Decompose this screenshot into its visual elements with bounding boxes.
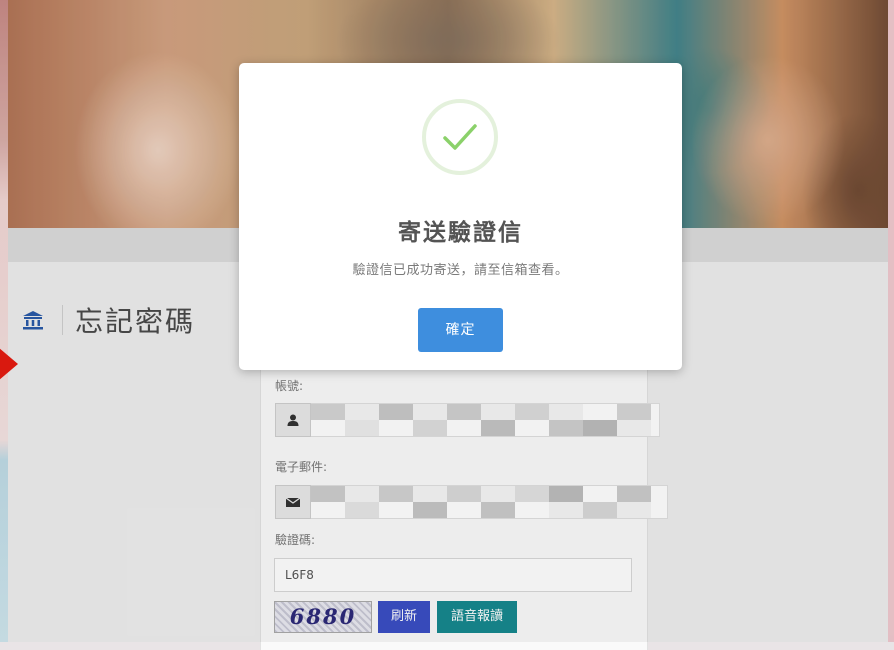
- checkmark-icon: [422, 99, 498, 175]
- dialog-message: 驗證信已成功寄送，請至信箱查看。: [352, 263, 569, 278]
- dialog-title: 寄送驗證信: [398, 220, 523, 246]
- success-dialog: 寄送驗證信 驗證信已成功寄送，請至信箱查看。 確定: [239, 63, 682, 370]
- confirm-button[interactable]: 確定: [418, 308, 503, 352]
